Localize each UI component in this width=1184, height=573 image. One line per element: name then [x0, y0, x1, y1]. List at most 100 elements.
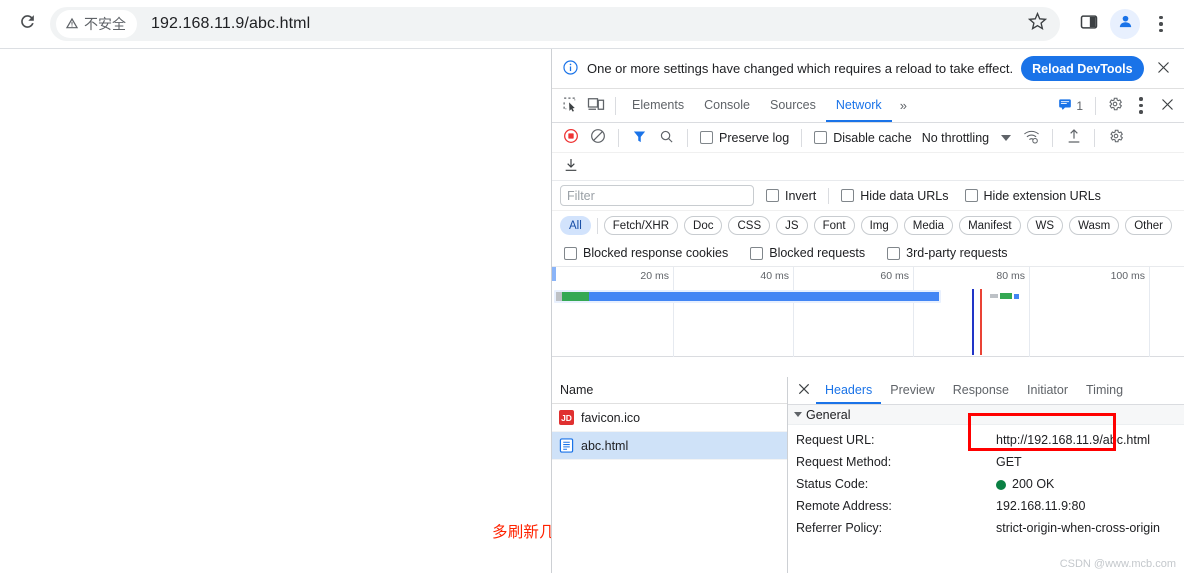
search-icon [659, 129, 674, 147]
request-row-favicon[interactable]: JD favicon.ico [552, 404, 787, 432]
chip-css[interactable]: CSS [728, 216, 771, 235]
url-text: 192.168.11.9/abc.html [151, 15, 311, 32]
devtools-settings-button[interactable] [1102, 93, 1128, 119]
export-har-download-icon [563, 157, 579, 176]
devtools-close-button[interactable] [1154, 93, 1180, 119]
field-status-code: Status Code: 200 OK [788, 473, 1184, 495]
hide-data-urls-label: Hide data URLs [860, 188, 949, 203]
side-panel-button[interactable] [1072, 7, 1106, 41]
reload-devtools-button[interactable]: Reload DevTools [1021, 56, 1144, 81]
hide-extension-urls-checkbox[interactable]: Hide extension URLs [961, 189, 1105, 203]
tab-label: Elements [632, 97, 685, 112]
chip-manifest[interactable]: Manifest [959, 216, 1021, 235]
field-key: Request URL: [796, 433, 875, 447]
inspect-element-button[interactable] [557, 93, 583, 119]
profile-button[interactable] [1110, 9, 1140, 39]
invert-checkbox[interactable]: Invert [762, 189, 820, 203]
divider [1094, 128, 1096, 147]
console-message-badge[interactable]: 1 [1052, 97, 1089, 114]
record-stop-icon [563, 128, 579, 147]
checkbox-box [700, 131, 713, 144]
details-tab-timing[interactable]: Timing [1077, 377, 1132, 404]
preserve-log-checkbox[interactable]: Preserve log [696, 131, 793, 145]
checkbox-box [814, 131, 828, 144]
browser-menu-button[interactable] [1148, 7, 1174, 41]
overview-tick-label: 100 ms [1110, 270, 1145, 282]
request-row-abc-html[interactable]: abc.html [552, 432, 787, 460]
network-overview-timeline[interactable]: 20 ms 40 ms 60 ms 80 ms 100 ms [552, 267, 1184, 357]
details-tab-initiator[interactable]: Initiator [1018, 377, 1077, 404]
bookmark-star-icon [1027, 11, 1047, 36]
checkbox-box [564, 246, 577, 260]
search-button[interactable] [654, 125, 679, 150]
export-har-button[interactable] [558, 154, 583, 179]
tab-elements[interactable]: Elements [622, 89, 694, 122]
chip-js[interactable]: JS [776, 216, 808, 235]
dom-content-loaded-marker [972, 289, 974, 355]
field-value: http://192.168.11.9/abc.html [996, 433, 1151, 447]
three-dot-menu-icon [1139, 97, 1143, 114]
watermark-text: CSDN @www.mcb.com [1059, 558, 1176, 570]
extra-filter-row: Blocked response cookies Blocked request… [552, 240, 1184, 267]
chip-doc[interactable]: Doc [684, 216, 723, 235]
funnel-filter-icon [632, 129, 647, 147]
chip-font[interactable]: Font [813, 216, 855, 235]
chip-media[interactable]: Media [903, 216, 954, 235]
infobar-message: One or more settings have changed which … [587, 61, 1014, 76]
import-har-button[interactable] [1061, 125, 1086, 150]
chip-wasm[interactable]: Wasm [1069, 216, 1120, 235]
network-conditions-button[interactable] [1019, 125, 1044, 150]
address-bar[interactable]: 不安全 192.168.11.9/abc.html [50, 7, 1060, 41]
network-settings-button[interactable] [1103, 125, 1128, 150]
bookmark-button[interactable] [1022, 9, 1052, 39]
devtools-kebab-menu-button[interactable] [1128, 93, 1154, 119]
general-section-header[interactable]: General [788, 405, 1184, 425]
tab-sources[interactable]: Sources [760, 89, 826, 122]
chevron-down-icon[interactable] [1001, 134, 1012, 141]
tab-network[interactable]: Network [825, 89, 892, 122]
filter-toggle-button[interactable] [627, 125, 652, 150]
blocked-response-cookies-checkbox[interactable]: Blocked response cookies [560, 246, 732, 260]
devtools-infobar: One or more settings have changed which … [552, 49, 1184, 89]
browser-toolbar: 不安全 192.168.11.9/abc.html [0, 0, 1184, 49]
hide-data-urls-checkbox[interactable]: Hide data URLs [837, 189, 952, 203]
disable-cache-checkbox[interactable]: Disable cache [810, 131, 916, 145]
info-circle-icon [562, 59, 579, 79]
third-party-requests-checkbox[interactable]: 3rd-party requests [883, 246, 1011, 260]
more-tabs-button[interactable]: » [892, 98, 915, 113]
hide-extension-urls-label: Hide extension URLs [983, 188, 1101, 203]
gear-icon [1108, 128, 1124, 147]
request-list: Name JD favicon.ico abc.html [552, 377, 788, 573]
tabstrip-right-controls: 1 [1052, 93, 1184, 119]
security-status-chip[interactable]: 不安全 [56, 10, 137, 38]
overview-tick: 100 ms [1030, 267, 1150, 357]
reload-button[interactable] [12, 9, 42, 39]
invert-label: Invert [785, 188, 817, 203]
checkbox-box [766, 189, 779, 202]
device-toolbar-button[interactable] [583, 93, 609, 119]
record-button[interactable] [558, 125, 583, 150]
infobar-close-button[interactable] [1154, 59, 1174, 79]
details-close-button[interactable] [792, 379, 816, 403]
filter-bar: Invert Hide data URLs Hide extension URL… [552, 181, 1184, 211]
details-tab-response[interactable]: Response [944, 377, 1018, 404]
throttling-select-value[interactable]: No throttling [918, 131, 989, 145]
clear-no-entry-icon [590, 128, 606, 147]
divider [828, 187, 830, 204]
chip-all[interactable]: All [560, 216, 591, 235]
divider [596, 217, 598, 234]
chip-ws[interactable]: WS [1026, 216, 1064, 235]
checkbox-box [750, 246, 764, 260]
filter-input[interactable] [560, 185, 754, 206]
chip-fetch-xhr[interactable]: Fetch/XHR [603, 216, 679, 235]
chip-other[interactable]: Other [1125, 216, 1172, 235]
device-toolbar-icon [587, 95, 605, 116]
overview-bar2-wait [1000, 293, 1012, 299]
blocked-requests-checkbox[interactable]: Blocked requests [746, 246, 869, 260]
details-tab-headers[interactable]: Headers [816, 377, 882, 404]
tab-console[interactable]: Console [694, 89, 760, 122]
chip-img[interactable]: Img [860, 216, 898, 235]
details-tab-preview[interactable]: Preview [881, 377, 943, 404]
divider [801, 128, 803, 147]
clear-button[interactable] [585, 125, 610, 150]
